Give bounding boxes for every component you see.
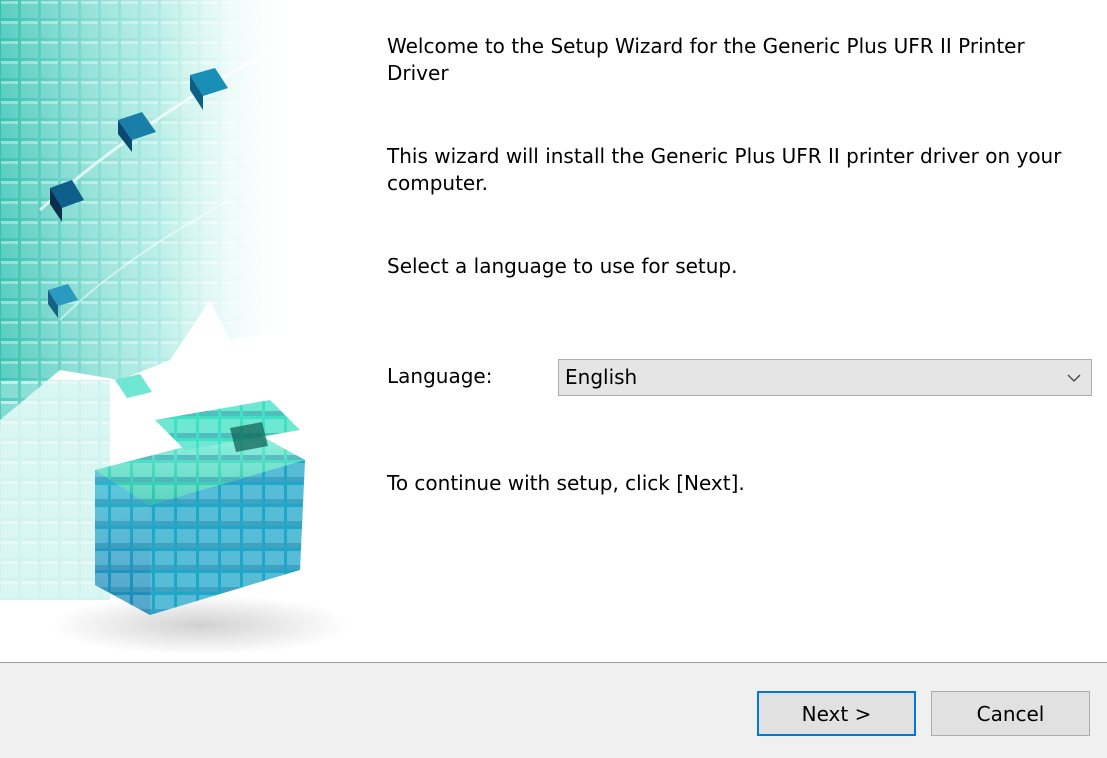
cube-graphic [0, 0, 350, 655]
wizard-banner-image [0, 0, 365, 662]
continue-instruction: To continue with setup, click [Next]. [387, 471, 745, 495]
language-dropdown[interactable]: English [558, 359, 1092, 396]
setup-wizard-window: Welcome to the Setup Wizard for the Gene… [0, 0, 1107, 758]
wizard-content: Welcome to the Setup Wizard for the Gene… [387, 0, 1092, 662]
cancel-button[interactable]: Cancel [931, 691, 1090, 736]
welcome-heading: Welcome to the Setup Wizard for the Gene… [387, 34, 1025, 85]
select-language-instruction: Select a language to use for setup. [387, 254, 738, 278]
next-button[interactable]: Next > [757, 691, 916, 736]
install-description: This wizard will install the Generic Plu… [387, 144, 1062, 195]
chevron-down-icon [1057, 360, 1091, 395]
language-selected-value: English [565, 365, 638, 389]
language-label: Language: [387, 364, 493, 388]
button-bar: Next > Cancel [0, 663, 1107, 758]
